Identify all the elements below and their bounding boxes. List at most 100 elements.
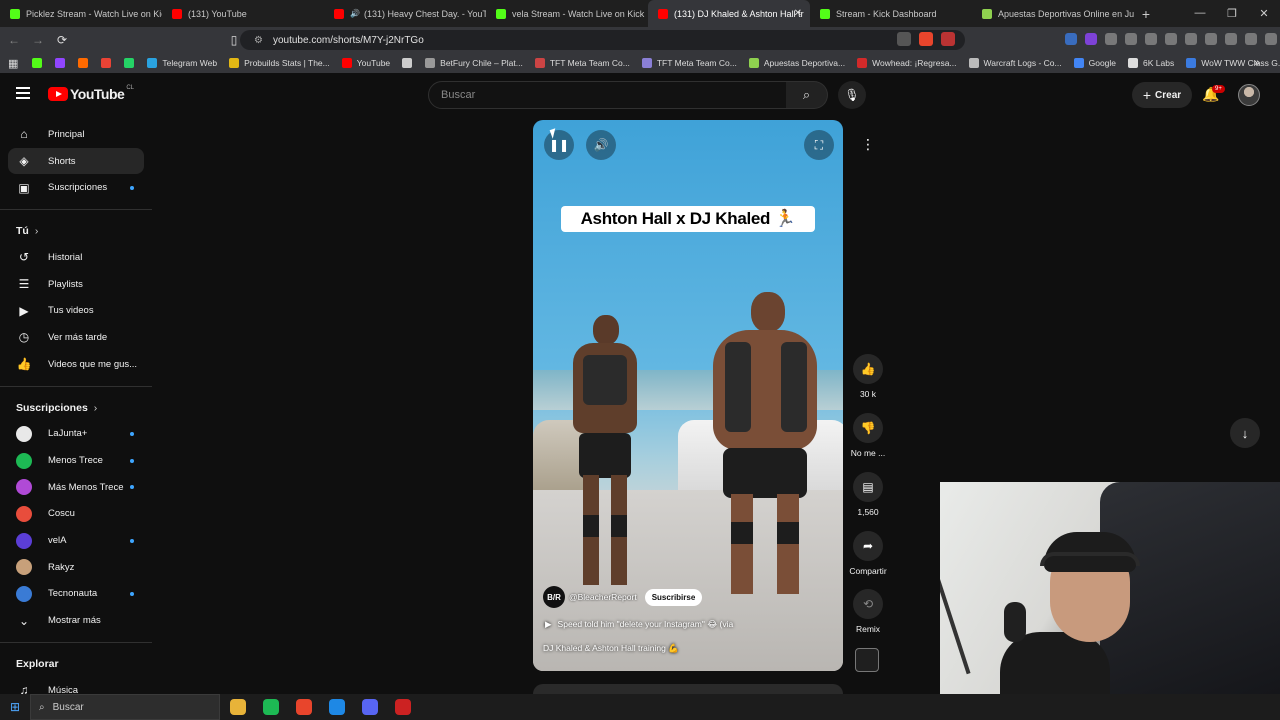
menu-icon[interactable] [1265, 33, 1277, 45]
forward-icon[interactable]: → [28, 33, 48, 47]
music-icon[interactable] [1165, 33, 1177, 45]
browser-tab[interactable]: (131) YouTube [162, 0, 324, 27]
taskbar-search[interactable]: ⌕ Buscar [30, 694, 220, 720]
browser-tab[interactable]: (131) DJ Khaled & Ashton Hall tr ✕ [648, 0, 810, 27]
sidebar-item-lajunta[interactable]: LaJunta+ [0, 421, 152, 448]
close-window-icon[interactable]: ✕ [1248, 7, 1280, 20]
bookmark-item[interactable]: 6K Labs [1128, 58, 1174, 68]
brave-shield-icon[interactable] [919, 32, 933, 46]
wallet-icon[interactable] [1205, 33, 1217, 45]
bookmark-item[interactable]: YouTube [341, 58, 390, 68]
bookmark-item[interactable]: Warcraft Logs - Co... [968, 58, 1062, 68]
next-short-preview[interactable] [533, 684, 843, 694]
browser-tab[interactable]: Picklez Stream - Watch Live on Kick [0, 0, 162, 27]
bookmarks-overflow-icon[interactable]: » [1254, 57, 1260, 69]
maximize-icon[interactable]: ❐ [1216, 7, 1248, 20]
section-explore[interactable]: Explorar [0, 651, 152, 677]
sidebar-item-vela[interactable]: velA [0, 527, 152, 554]
sidebar-item-playlists[interactable]: ☰ Playlists [0, 271, 152, 298]
bookmark-item[interactable]: TFT Meta Team Co... [641, 58, 737, 68]
next-video-button[interactable]: ↓ [1230, 418, 1260, 448]
section-subscriptions[interactable]: Suscripciones › [0, 395, 152, 421]
video-description[interactable]: ▶ Speed told him "delete your Instagram" … [545, 619, 733, 630]
leo-icon[interactable] [1225, 33, 1237, 45]
sidebar-item-shorts[interactable]: ◈ Shorts [8, 147, 144, 175]
show-more-button[interactable]: ⌄ Mostrar más [0, 607, 152, 634]
sidebar-item-videos-que-me-gus[interactable]: 👍 Videos que me gus... [0, 351, 152, 378]
tab-close-icon[interactable]: ✕ [794, 8, 802, 19]
sidebar-item-m-sica[interactable]: ♫ Música [0, 677, 152, 694]
sidebar-icon[interactable] [1185, 33, 1197, 45]
pause-button[interactable]: ❚❚ [544, 130, 574, 160]
share-button[interactable]: ➦ Compartir [846, 531, 890, 576]
like-button[interactable]: 👍 30 k [846, 354, 890, 399]
cast-icon[interactable] [897, 32, 911, 46]
new-tab-button[interactable]: + [1134, 6, 1158, 22]
description-line-2[interactable]: DJ Khaled & Ashton Hall training 💪 [543, 643, 679, 654]
channel-handle[interactable]: @BleacherReport [569, 592, 637, 602]
bookmark-item[interactable]: Apuestas Deportiva... [748, 58, 845, 68]
volume-button[interactable]: 🔊 [586, 130, 616, 160]
create-button[interactable]: + Crear [1132, 82, 1192, 108]
voice-search-button[interactable]: 🎙 [838, 81, 866, 109]
subscribe-button[interactable]: Suscribirse [644, 588, 703, 606]
section-you[interactable]: Tú › [0, 218, 152, 244]
more-options-icon[interactable]: ⋮ [858, 136, 878, 156]
bookmark-item[interactable] [101, 58, 116, 68]
bookmark-item[interactable] [32, 58, 47, 68]
taskbar-app-icon[interactable] [230, 699, 246, 715]
taskbar-app-icon[interactable] [362, 699, 378, 715]
youtube-logo[interactable]: YouTube CL [48, 85, 134, 102]
browser-tab[interactable]: vela Stream - Watch Live on Kick [486, 0, 648, 27]
comments-button[interactable]: ▤ 1,560 [846, 472, 890, 517]
bookmark-item[interactable]: Probuilds Stats | The... [229, 58, 330, 68]
back-icon[interactable]: ← [4, 33, 24, 47]
sidebar-item-m-s-menos-trece[interactable]: Más Menos Trece [0, 474, 152, 501]
browser-tab[interactable]: 🔊(131) Heavy Chest Day. - YouTube [324, 0, 486, 27]
sidebar-item-principal[interactable]: ⌂ Principal [0, 121, 152, 148]
apps-grid-icon[interactable]: ▦ [8, 57, 18, 70]
bookmark-item[interactable]: WoW TWW Class G... [1186, 58, 1280, 68]
brave-rewards-icon[interactable] [941, 32, 955, 46]
taskbar-app-icon[interactable] [296, 699, 312, 715]
sidebar-item-suscripciones[interactable]: ▣ Suscripciones [0, 174, 152, 201]
reload-icon[interactable]: ⟳ [52, 33, 72, 47]
sound-thumbnail[interactable] [855, 648, 879, 672]
dislike-button[interactable]: 👎 No me ... [846, 413, 890, 458]
extension-icon[interactable] [1105, 33, 1117, 45]
bookmark-item[interactable]: Telegram Web [147, 58, 217, 68]
extension-icon[interactable] [1145, 33, 1157, 45]
vpn-icon[interactable] [1245, 33, 1257, 45]
shorts-player[interactable]: ❚❚ 🔊 ⛶ Ashton Hall x DJ Khaled 🏃 B/R @Bl… [533, 120, 843, 671]
bookmark-item[interactable] [124, 58, 139, 68]
taskbar-app-icon[interactable] [395, 699, 411, 715]
taskbar-app-icon[interactable] [329, 699, 345, 715]
url-bar[interactable]: ⚙ youtube.com/shorts/M7Y-j2NrTGo [240, 30, 965, 50]
sidebar-item-historial[interactable]: ↺ Historial [0, 244, 152, 271]
menu-icon[interactable] [16, 87, 30, 102]
fullscreen-button[interactable]: ⛶ [804, 130, 834, 160]
avatar[interactable] [1238, 84, 1260, 106]
bookmark-item[interactable]: TFT Meta Team Co... [534, 58, 630, 68]
channel-avatar[interactable]: B/R [543, 586, 565, 608]
search-button[interactable]: ⌕ [786, 81, 828, 109]
browser-tab[interactable]: Stream - Kick Dashboard [810, 0, 972, 27]
sidebar-item-tus-videos[interactable]: ▶ Tus videos [0, 297, 152, 324]
bookmark-item[interactable]: Wowhead: ¡Regresa... [857, 58, 957, 68]
site-info-icon[interactable]: ⚙ [254, 35, 263, 46]
bookmark-item[interactable]: BetFury Chile – Plat... [425, 58, 523, 68]
extension-icon[interactable] [1125, 33, 1137, 45]
sidebar-item-coscu[interactable]: Coscu [0, 501, 152, 528]
taskbar-app-icon[interactable] [263, 699, 279, 715]
extension-icon[interactable] [1085, 33, 1097, 45]
bookmark-item[interactable] [78, 58, 93, 68]
search-input[interactable]: Buscar [428, 81, 787, 109]
sidebar-item-rakyz[interactable]: Rakyz [0, 554, 152, 581]
bookmark-item[interactable] [402, 58, 417, 68]
extension-icon[interactable] [1065, 33, 1077, 45]
sidebar-item-ver-m-s-tarde[interactable]: ◷ Ver más tarde [0, 324, 152, 351]
windows-start-icon[interactable]: ⊞ [0, 700, 30, 714]
bookmark-item[interactable] [55, 58, 70, 68]
minimize-icon[interactable]: — [1184, 7, 1216, 20]
tab-audio-icon[interactable]: 🔊 [350, 9, 360, 18]
